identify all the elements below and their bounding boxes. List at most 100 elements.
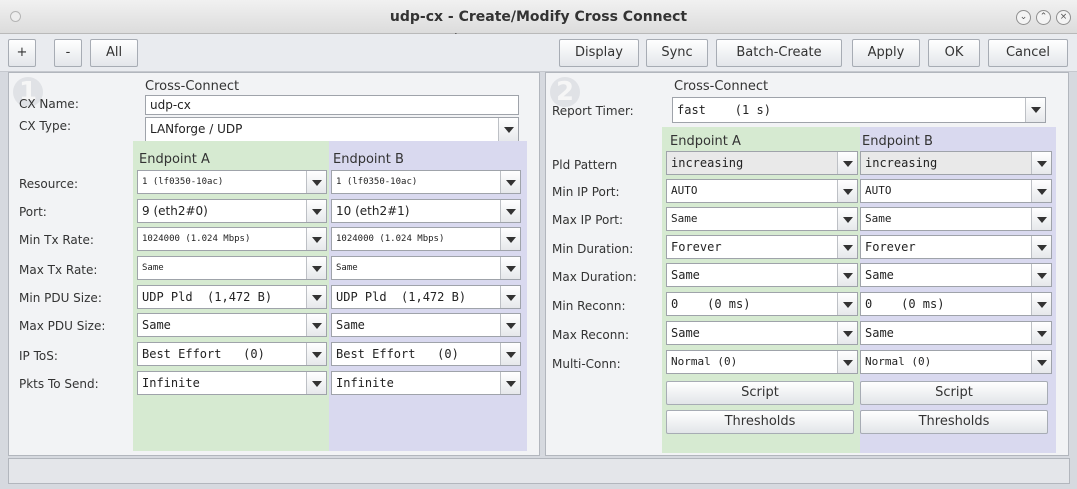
ok-button[interactable]: OK <box>928 39 980 67</box>
pkts-to-send-a-select[interactable]: Infinite <box>137 371 327 395</box>
chevron-down-icon <box>500 286 520 308</box>
chevron-down-icon <box>306 171 326 193</box>
multi-conn-a-select[interactable]: Normal (0) <box>666 350 858 374</box>
title-bar: udp-cx - Create/Modify Cross Connect ⌄ ⌃… <box>0 0 1077 34</box>
cx-type-label: CX Type: <box>19 119 72 133</box>
ip-tos-label: IP ToS: <box>19 349 58 363</box>
max-reconn-b-select[interactable]: Same <box>860 321 1052 345</box>
max-pdu-size-b-select[interactable]: Same <box>331 313 521 337</box>
report-timer-label: Report Timer: <box>552 104 634 118</box>
max-ip-port-a-select[interactable]: Same <box>666 207 858 231</box>
cx-name-label: CX Name: <box>19 97 79 111</box>
sync-button[interactable]: Sync <box>646 39 708 67</box>
cross-connect-panel-left: 1 Cross-Connect CX Name: udp-cx CX Type:… <box>8 72 540 456</box>
max-tx-rate-b-select[interactable]: Same <box>331 256 521 280</box>
resource-label: Resource: <box>19 177 79 191</box>
cx-name-input[interactable]: udp-cx <box>145 95 519 115</box>
min-ip-port-label: Min IP Port: <box>552 185 620 199</box>
batch-create-button[interactable]: Batch-Create <box>716 39 842 67</box>
endpoint-b-header: Endpoint B <box>333 152 404 167</box>
port-b-select[interactable]: 10 (eth2#1) <box>331 199 521 223</box>
multi-conn-label: Multi-Conn: <box>552 357 621 371</box>
min-ip-port-a-select[interactable]: AUTO <box>666 179 858 203</box>
section-number-badge: 2 <box>550 77 580 107</box>
report-timer-select[interactable]: fast (1 s) <box>672 97 1046 123</box>
cx-type-select[interactable]: LANforge / UDP <box>145 117 519 143</box>
max-ip-port-b-select[interactable]: Same <box>860 207 1052 231</box>
min-tx-rate-b-select[interactable]: 1024000 (1.024 Mbps) <box>331 227 521 251</box>
chevron-down-icon <box>500 343 520 365</box>
min-pdu-size-a-select[interactable]: UDP Pld (1,472 B) <box>137 285 327 309</box>
chevron-down-icon <box>837 351 857 373</box>
thresholds-a-button[interactable]: Thresholds <box>666 410 854 434</box>
chevron-down-icon <box>306 372 326 394</box>
cancel-button[interactable]: Cancel <box>988 39 1068 67</box>
max-reconn-a-select[interactable]: Same <box>666 321 858 345</box>
min-reconn-b-select[interactable]: 0 (0 ms) <box>860 292 1052 316</box>
max-duration-b-select[interactable]: Same <box>860 263 1052 287</box>
pkts-to-send-label: Pkts To Send: <box>19 377 99 391</box>
apply-button[interactable]: Apply <box>852 39 920 67</box>
port-a-select[interactable]: 9 (eth2#0) <box>137 199 327 223</box>
chevron-down-icon <box>837 293 857 315</box>
chevron-down-icon <box>1031 351 1051 373</box>
multi-conn-b-select[interactable]: Normal (0) <box>860 350 1052 374</box>
chevron-down-icon <box>837 152 857 174</box>
remove-button[interactable]: - <box>54 39 82 67</box>
add-button[interactable]: + <box>8 39 36 67</box>
window-title: udp-cx - Create/Modify Cross Connect <box>389 9 688 25</box>
max-duration-a-select[interactable]: Same <box>666 263 858 287</box>
chevron-down-icon <box>306 200 326 222</box>
cx-type-value: LANforge / UDP <box>150 122 243 136</box>
chevron-down-icon <box>500 372 520 394</box>
pld-pattern-b-select[interactable]: increasing <box>860 151 1052 175</box>
chevron-down-icon <box>306 314 326 336</box>
pkts-to-send-b-select[interactable]: Infinite <box>331 371 521 395</box>
port-label: Port: <box>19 205 47 219</box>
display-button[interactable]: Display <box>559 39 639 67</box>
chevron-down-icon <box>837 264 857 286</box>
max-reconn-label: Max Reconn: <box>552 328 629 342</box>
endpoint-a-header: Endpoint A <box>139 152 210 167</box>
min-ip-port-b-select[interactable]: AUTO <box>860 179 1052 203</box>
chevron-down-icon <box>837 180 857 202</box>
min-pdu-size-b-select[interactable]: UDP Pld (1,472 B) <box>331 285 521 309</box>
min-duration-label: Min Duration: <box>552 242 634 256</box>
chevron-down-icon <box>1031 180 1051 202</box>
chevron-down-icon <box>837 322 857 344</box>
resource-a-select[interactable]: 1 (lf0350-10ac) <box>137 170 327 194</box>
min-duration-a-select[interactable]: Forever <box>666 235 858 259</box>
min-reconn-label: Min Reconn: <box>552 299 626 313</box>
max-duration-label: Max Duration: <box>552 270 637 284</box>
min-pdu-size-label: Min PDU Size: <box>19 291 102 305</box>
resource-b-select[interactable]: 1 (lf0350-10ac) <box>331 170 521 194</box>
chevron-down-icon <box>498 118 518 142</box>
max-pdu-size-label: Max PDU Size: <box>19 319 106 333</box>
thresholds-b-button[interactable]: Thresholds <box>860 410 1048 434</box>
min-reconn-a-select[interactable]: 0 (0 ms) <box>666 292 858 316</box>
chevron-down-icon <box>1031 322 1051 344</box>
chevron-down-icon <box>306 257 326 279</box>
min-tx-rate-label: Min Tx Rate: <box>19 233 94 247</box>
ip-tos-a-select[interactable]: Best Effort (0) <box>137 342 327 366</box>
maximize-icon[interactable]: ⌃ <box>1036 10 1051 25</box>
cross-connect-panel-right: 2 Cross-Connect Report Timer: fast (1 s)… <box>545 72 1069 456</box>
toolbar: + - All Display Sync Batch-Create Apply … <box>0 34 1077 72</box>
min-tx-rate-a-select[interactable]: 1024000 (1.024 Mbps) <box>137 227 327 251</box>
pld-pattern-a-select[interactable]: increasing <box>666 151 858 175</box>
minimize-icon[interactable]: ⌄ <box>1016 10 1031 25</box>
max-tx-rate-a-select[interactable]: Same <box>137 256 327 280</box>
min-duration-b-select[interactable]: Forever <box>860 235 1052 259</box>
script-b-button[interactable]: Script <box>860 381 1048 405</box>
chevron-down-icon <box>837 236 857 258</box>
ip-tos-b-select[interactable]: Best Effort (0) <box>331 342 521 366</box>
section-title: Cross-Connect <box>145 79 240 94</box>
chevron-down-icon <box>500 171 520 193</box>
script-a-button[interactable]: Script <box>666 381 854 405</box>
max-pdu-size-a-select[interactable]: Same <box>137 313 327 337</box>
chevron-down-icon <box>306 228 326 250</box>
endpoint-a-header: Endpoint A <box>670 134 741 149</box>
chevron-down-icon <box>500 200 520 222</box>
close-icon[interactable]: × <box>1056 10 1071 25</box>
all-button[interactable]: All <box>90 39 138 67</box>
